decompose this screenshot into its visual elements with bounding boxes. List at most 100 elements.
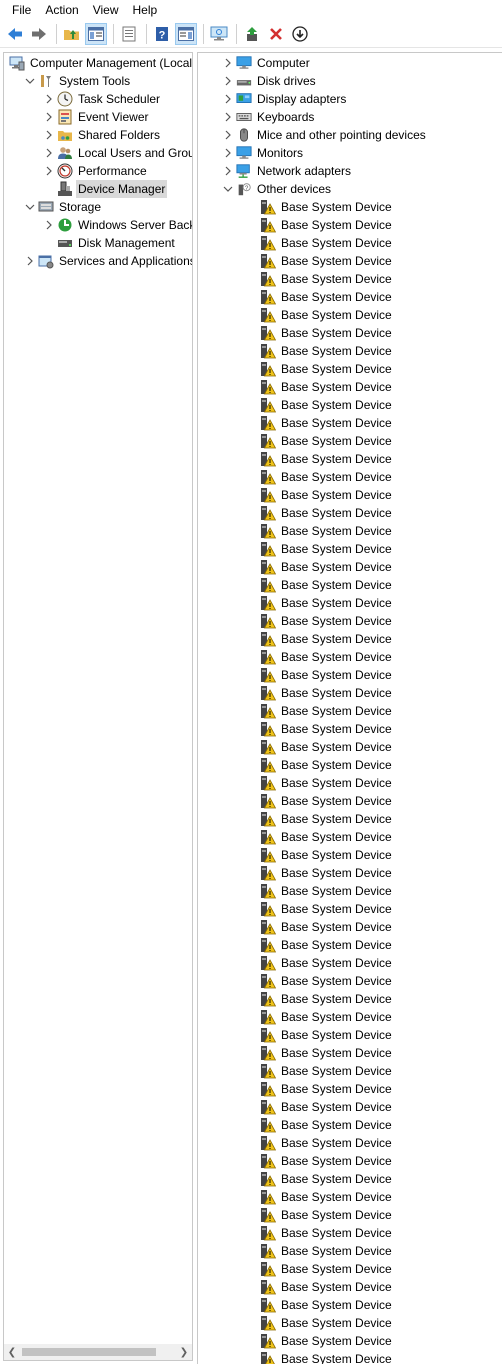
- chevron-right-icon[interactable]: [222, 72, 234, 90]
- device-item[interactable]: Base System Device: [258, 972, 392, 990]
- chevron-right-icon[interactable]: [43, 108, 55, 126]
- device-item[interactable]: Base System Device: [258, 306, 392, 324]
- device-item[interactable]: Base System Device: [258, 1188, 392, 1206]
- tree-item-services-and-applications[interactable]: Services and Applications: [24, 252, 192, 270]
- menu-help[interactable]: Help: [127, 0, 166, 20]
- show-hide-console-tree-button[interactable]: [85, 23, 107, 45]
- device-item[interactable]: Base System Device: [258, 900, 392, 918]
- device-item[interactable]: Base System Device: [258, 954, 392, 972]
- tree-item-disk-management[interactable]: Disk Management: [43, 234, 177, 252]
- device-item[interactable]: Base System Device: [258, 1134, 392, 1152]
- device-category-monitors[interactable]: Monitors: [222, 144, 303, 162]
- device-item[interactable]: Base System Device: [258, 594, 392, 612]
- tree-item-computer-management-local[interactable]: Computer Management (Local: [5, 54, 192, 72]
- device-item[interactable]: Base System Device: [258, 252, 392, 270]
- device-item[interactable]: Base System Device: [258, 522, 392, 540]
- device-item[interactable]: Base System Device: [258, 684, 392, 702]
- chevron-right-icon[interactable]: [222, 54, 234, 72]
- device-tree-pane[interactable]: Computer Disk drives Display adapters Keybo…: [197, 52, 502, 1364]
- chevron-down-icon[interactable]: [222, 180, 234, 198]
- device-item[interactable]: Base System Device: [258, 882, 392, 900]
- device-item[interactable]: Base System Device: [258, 666, 392, 684]
- device-category-mice-and-other-pointing-devices[interactable]: Mice and other pointing devices: [222, 126, 426, 144]
- device-item[interactable]: Base System Device: [258, 1044, 392, 1062]
- scroll-left-icon[interactable]: ❮: [4, 1344, 20, 1360]
- device-item[interactable]: Base System Device: [258, 738, 392, 756]
- device-item[interactable]: Base System Device: [258, 576, 392, 594]
- device-item[interactable]: Base System Device: [258, 846, 392, 864]
- back-button[interactable]: [4, 23, 26, 45]
- menu-view[interactable]: View: [87, 0, 127, 20]
- tree-item-system-tools[interactable]: System Tools: [24, 72, 132, 90]
- device-item[interactable]: Base System Device: [258, 1116, 392, 1134]
- device-item[interactable]: Base System Device: [258, 756, 392, 774]
- menu-action[interactable]: Action: [39, 0, 86, 20]
- help-button[interactable]: ?: [151, 23, 173, 45]
- chevron-down-icon[interactable]: [24, 198, 36, 216]
- device-item[interactable]: Base System Device: [258, 612, 392, 630]
- device-item[interactable]: Base System Device: [258, 792, 392, 810]
- device-item[interactable]: Base System Device: [258, 720, 392, 738]
- chevron-right-icon[interactable]: [222, 144, 234, 162]
- chevron-right-icon[interactable]: [24, 252, 36, 270]
- chevron-right-icon[interactable]: [43, 126, 55, 144]
- scrollbar-track[interactable]: [20, 1344, 176, 1360]
- device-item[interactable]: Base System Device: [258, 810, 392, 828]
- chevron-right-icon[interactable]: [222, 162, 234, 180]
- device-item[interactable]: Base System Device: [258, 378, 392, 396]
- console-tree-pane[interactable]: ❮ ❯ Computer Management (Local System Too…: [3, 52, 193, 1361]
- device-item[interactable]: Base System Device: [258, 1008, 392, 1026]
- device-item[interactable]: Base System Device: [258, 1026, 392, 1044]
- device-item[interactable]: Base System Device: [258, 1278, 392, 1296]
- device-category-other-devices[interactable]: ? Other devices: [222, 180, 331, 198]
- scan-hardware-button[interactable]: [208, 23, 230, 45]
- device-item[interactable]: Base System Device: [258, 1350, 392, 1364]
- device-item[interactable]: Base System Device: [258, 324, 392, 342]
- device-category-network-adapters[interactable]: Network adapters: [222, 162, 351, 180]
- chevron-right-icon[interactable]: [43, 90, 55, 108]
- device-item[interactable]: Base System Device: [258, 360, 392, 378]
- device-item[interactable]: Base System Device: [258, 936, 392, 954]
- device-item[interactable]: Base System Device: [258, 450, 392, 468]
- device-item[interactable]: Base System Device: [258, 558, 392, 576]
- device-item[interactable]: Base System Device: [258, 540, 392, 558]
- device-item[interactable]: Base System Device: [258, 432, 392, 450]
- device-item[interactable]: Base System Device: [258, 774, 392, 792]
- up-one-level-button[interactable]: [61, 23, 83, 45]
- device-item[interactable]: Base System Device: [258, 1170, 392, 1188]
- device-item[interactable]: Base System Device: [258, 486, 392, 504]
- device-category-display-adapters[interactable]: Display adapters: [222, 90, 346, 108]
- device-item[interactable]: Base System Device: [258, 1062, 392, 1080]
- forward-button[interactable]: [28, 23, 50, 45]
- device-item[interactable]: Base System Device: [258, 1242, 392, 1260]
- device-item[interactable]: Base System Device: [258, 198, 392, 216]
- chevron-right-icon[interactable]: [43, 216, 55, 234]
- device-item[interactable]: Base System Device: [258, 918, 392, 936]
- uninstall-device-button[interactable]: [265, 23, 287, 45]
- tree-item-device-manager[interactable]: Device Manager: [43, 180, 168, 198]
- device-item[interactable]: Base System Device: [258, 1152, 392, 1170]
- tree-item-local-users-and-groups[interactable]: Local Users and Groups: [43, 144, 192, 162]
- device-item[interactable]: Base System Device: [258, 342, 392, 360]
- device-item[interactable]: Base System Device: [258, 1080, 392, 1098]
- device-item[interactable]: Base System Device: [258, 288, 392, 306]
- tree-item-task-scheduler[interactable]: Task Scheduler: [43, 90, 162, 108]
- device-item[interactable]: Base System Device: [258, 1314, 392, 1332]
- chevron-right-icon[interactable]: [222, 108, 234, 126]
- chevron-right-icon[interactable]: [222, 126, 234, 144]
- chevron-right-icon[interactable]: [222, 90, 234, 108]
- show-hide-action-pane-button[interactable]: [175, 23, 197, 45]
- device-item[interactable]: Base System Device: [258, 1224, 392, 1242]
- tree-item-event-viewer[interactable]: Event Viewer: [43, 108, 150, 126]
- scrollbar-thumb[interactable]: [22, 1348, 156, 1356]
- device-item[interactable]: Base System Device: [258, 828, 392, 846]
- device-item[interactable]: Base System Device: [258, 1206, 392, 1224]
- disable-device-button[interactable]: [289, 23, 311, 45]
- device-item[interactable]: Base System Device: [258, 1098, 392, 1116]
- device-item[interactable]: Base System Device: [258, 990, 392, 1008]
- device-category-disk-drives[interactable]: Disk drives: [222, 72, 316, 90]
- device-category-computer[interactable]: Computer: [222, 54, 310, 72]
- device-item[interactable]: Base System Device: [258, 1332, 392, 1350]
- update-driver-button[interactable]: [241, 23, 263, 45]
- scroll-right-icon[interactable]: ❯: [176, 1344, 192, 1360]
